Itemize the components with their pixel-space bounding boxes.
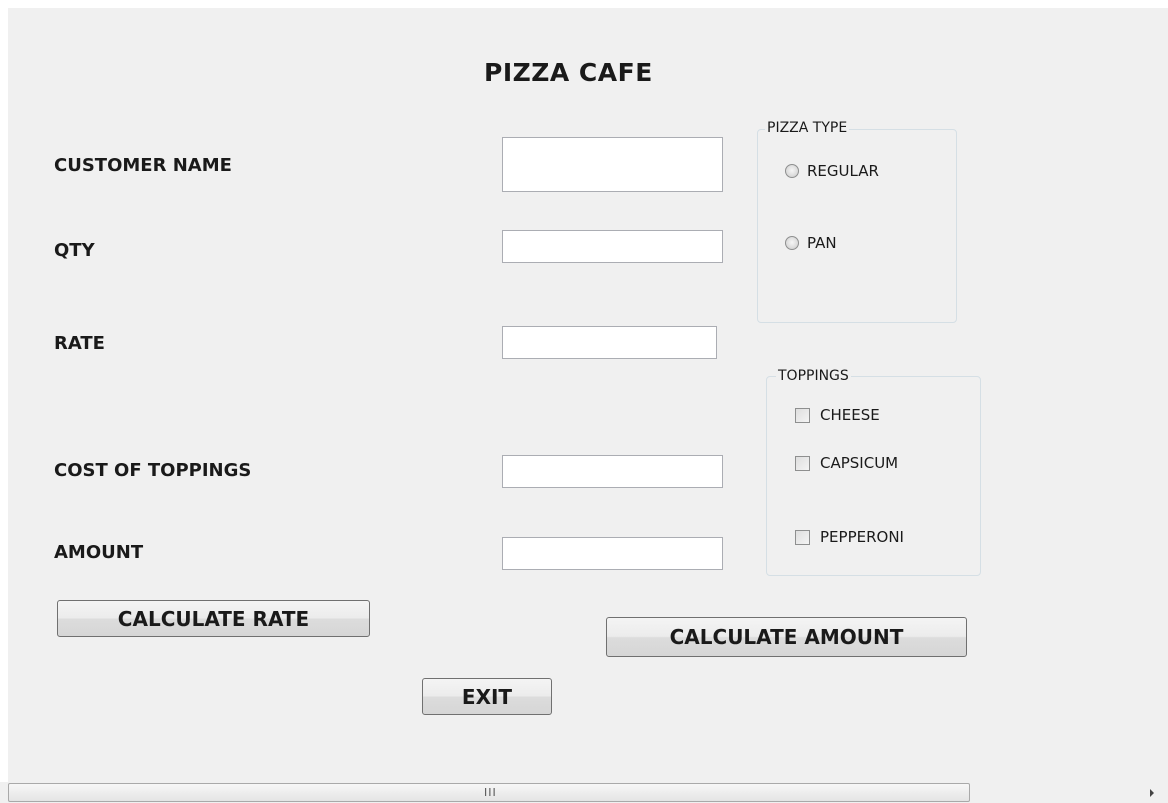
- amount-label: AMOUNT: [54, 542, 144, 563]
- pizza-type-group: [757, 129, 957, 323]
- page-title: PIZZA CAFE: [484, 58, 653, 87]
- calculate-rate-button[interactable]: CALCULATE RATE: [57, 600, 370, 637]
- radio-button-icon[interactable]: [785, 236, 799, 250]
- checkbox-icon[interactable]: [795, 407, 810, 423]
- checkbox-capsicum[interactable]: CAPSICUM: [795, 454, 898, 472]
- rate-field[interactable]: [502, 326, 717, 359]
- scrollbar-grip-icon: III: [484, 786, 497, 799]
- checkbox-icon[interactable]: [795, 455, 810, 471]
- qty-label: QTY: [54, 240, 95, 261]
- customer-name-field[interactable]: [502, 137, 723, 192]
- toppings-caption: TOPPINGS: [776, 368, 851, 384]
- radio-regular[interactable]: REGULAR: [785, 162, 879, 180]
- radio-regular-label: REGULAR: [807, 162, 879, 180]
- calculate-amount-button[interactable]: CALCULATE AMOUNT: [606, 617, 967, 657]
- cost-of-toppings-label: COST OF TOPPINGS: [54, 460, 252, 481]
- checkbox-icon[interactable]: [795, 529, 810, 545]
- qty-field[interactable]: [502, 230, 723, 263]
- radio-pan[interactable]: PAN: [785, 234, 837, 252]
- radio-pan-label: PAN: [807, 234, 837, 252]
- rate-label: RATE: [54, 333, 105, 354]
- exit-button[interactable]: EXIT: [422, 678, 552, 715]
- radio-button-icon[interactable]: [785, 164, 799, 178]
- scrollbar-thumb[interactable]: III: [8, 783, 970, 802]
- application-window: PIZZA CAFE CUSTOMER NAME QTY RATE COST O…: [0, 0, 1168, 803]
- checkbox-capsicum-label: CAPSICUM: [820, 454, 899, 472]
- checkbox-cheese[interactable]: CHEESE: [795, 406, 880, 424]
- checkbox-pepperoni[interactable]: PEPPERONI: [795, 528, 904, 546]
- scroll-right-arrow-icon[interactable]: [1150, 789, 1154, 797]
- horizontal-scrollbar[interactable]: III: [0, 782, 1168, 803]
- checkbox-cheese-label: CHEESE: [820, 406, 880, 424]
- pizza-type-caption: PIZZA TYPE: [765, 120, 850, 136]
- form-panel: [8, 8, 1168, 803]
- checkbox-pepperoni-label: PEPPERONI: [820, 528, 904, 546]
- cost-of-toppings-field[interactable]: [502, 455, 723, 488]
- amount-field[interactable]: [502, 537, 723, 570]
- customer-name-label: CUSTOMER NAME: [54, 155, 232, 176]
